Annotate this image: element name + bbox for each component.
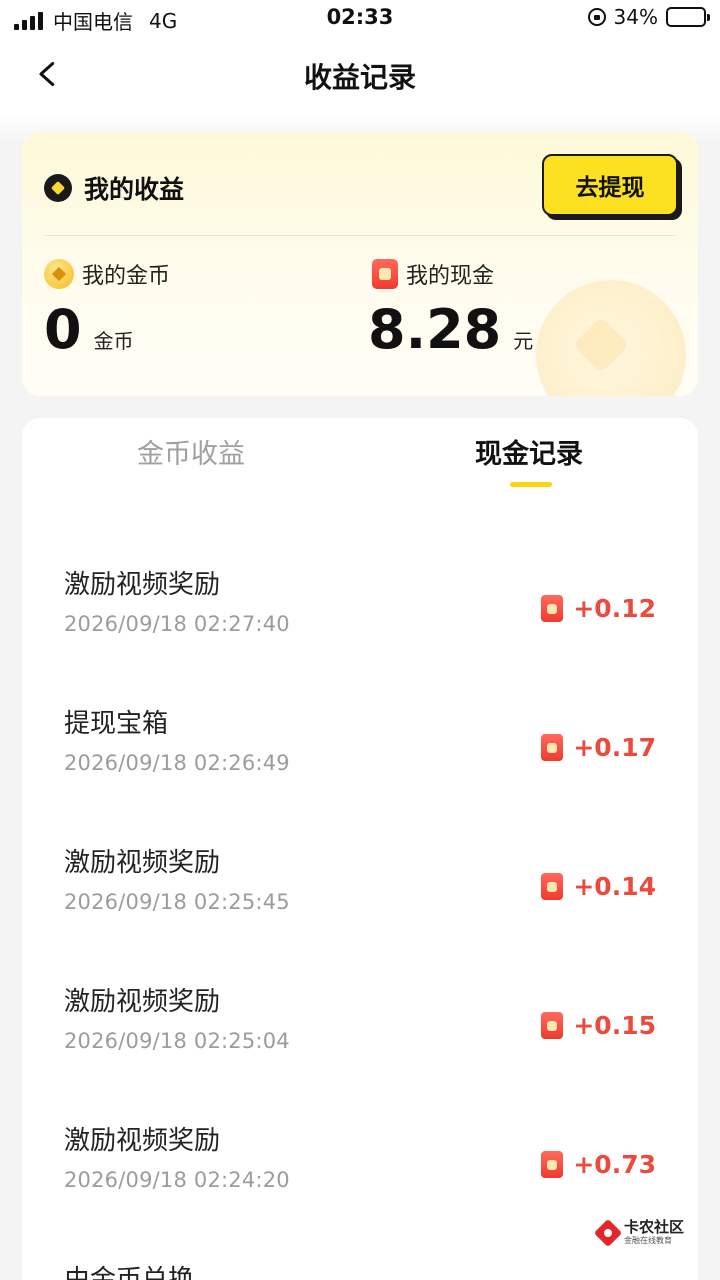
record-amount-group: +0.12 [541,594,656,623]
diamond-icon [44,174,72,202]
record-title: 激励视频奖励 [64,848,221,878]
record-title: 激励视频奖励 [64,1126,221,1156]
record-title: 提现宝箱 [64,709,169,739]
earnings-card: 我的收益 去提现 我的金币 0 金币 我的现金 8.28 元 [22,132,698,396]
list-item[interactable]: 激励视频奖励 2026/09/18 02:25:45 +0.14 [22,842,698,962]
coins-label: 我的金币 [82,264,171,289]
divider [44,235,676,236]
page-title: 收益记录 [303,61,416,94]
battery-icon [666,7,710,27]
active-tab-indicator [510,482,552,487]
record-amount: +0.12 [573,594,656,623]
watermark-text: 卡农社区 金融在线教育 [624,1220,684,1245]
list-item[interactable]: 激励视频奖励 2026/09/18 02:25:04 +0.15 [22,981,698,1101]
list-item[interactable]: 激励视频奖励 2026/09/18 02:27:40 +0.12 [22,564,698,684]
earnings-header: 我的收益 [44,170,184,206]
red-envelope-icon [541,1151,564,1178]
red-envelope-icon [541,595,564,622]
record-title: 由金币兑换 [64,1265,195,1280]
record-time: 2026/09/18 02:27:40 [64,612,290,636]
cash-label: 我的现金 [406,264,495,289]
coins-value: 0 [44,298,82,361]
cash-value-row: 8.28 元 [368,300,533,360]
red-envelope-icon [372,259,398,289]
record-time: 2026/09/18 02:26:49 [64,751,290,775]
record-time: 2026/09/18 02:24:20 [64,1168,290,1192]
list-item[interactable]: 由金币兑换 [22,1259,698,1280]
record-time: 2026/09/18 02:25:04 [64,1029,290,1053]
record-amount-group: +0.14 [541,872,656,901]
record-time: 2026/09/18 02:25:45 [64,890,290,914]
red-envelope-icon [541,873,564,900]
red-envelope-icon [541,1012,564,1039]
record-title: 激励视频奖励 [64,987,221,1017]
gold-coin-icon [44,259,74,289]
record-amount: +0.14 [573,872,656,901]
kanong-logo-icon [596,1221,620,1245]
status-right: 34% [587,5,710,29]
decorative-coin-icon [536,280,686,396]
record-amount-group: +0.73 [541,1150,656,1179]
watermark-name: 卡农社区 [624,1218,685,1236]
record-amount: +0.15 [573,1011,656,1040]
record-amount: +0.73 [573,1150,656,1179]
record-title: 激励视频奖励 [64,570,221,600]
cash-value: 8.28 [368,298,502,361]
coins-unit: 金币 [93,329,134,353]
status-bar: 中国电信 4G 02:33 34% [0,0,720,36]
list-item[interactable]: 提现宝箱 2026/09/18 02:26:49 +0.17 [22,703,698,823]
watermark-subtitle: 金融在线教育 [624,1236,672,1245]
red-envelope-icon [541,734,564,761]
rotation-lock-icon [587,8,606,26]
withdraw-button[interactable]: 去提现 [542,154,678,216]
watermark: 卡农社区 金融在线教育 [596,1220,684,1245]
coins-value-row: 0 金币 [44,300,134,360]
record-amount-group: +0.17 [541,733,656,762]
nav-bar: 收益记录 [0,36,720,112]
record-amount-group: +0.15 [541,1011,656,1040]
tab-coin-earnings[interactable]: 金币收益 [66,432,316,492]
cash-unit: 元 [513,329,534,353]
earnings-title: 我的收益 [84,175,185,204]
cash-label-row: 我的现金 [372,258,494,290]
battery-percent: 34% [613,5,658,29]
records-panel: 金币收益 现金记录 激励视频奖励 2026/09/18 02:27:40 +0.… [22,418,698,1280]
record-amount: +0.17 [573,733,656,762]
coins-label-row: 我的金币 [44,258,170,290]
